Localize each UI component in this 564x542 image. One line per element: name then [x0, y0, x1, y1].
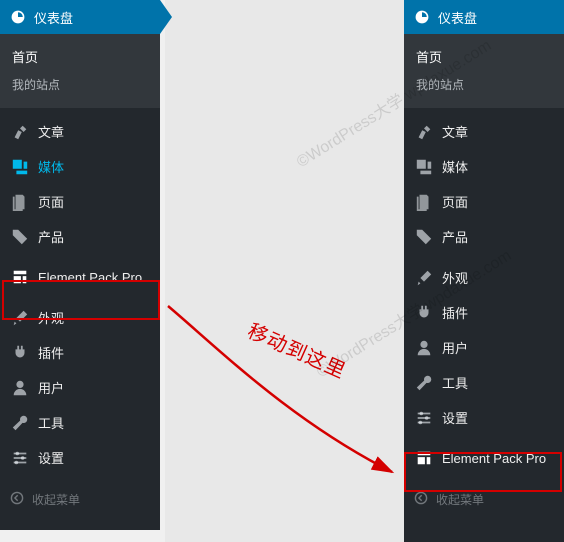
element-pack-icon	[414, 449, 434, 467]
wrench-icon	[10, 414, 30, 432]
dashboard-header[interactable]: 仪表盘	[0, 0, 160, 34]
menu-label: 外观	[38, 308, 64, 327]
menu-label: 用户	[442, 338, 468, 357]
menu-label: 插件	[442, 303, 468, 322]
menu-pages[interactable]: 页面	[404, 184, 564, 219]
submenu-mysite[interactable]: 我的站点	[0, 71, 160, 98]
menu-label: 媒体	[442, 157, 468, 176]
wrench-icon	[414, 374, 434, 392]
brush-icon	[414, 269, 434, 287]
menu-media[interactable]: 媒体	[0, 149, 160, 184]
submenu-home[interactable]: 首页	[0, 42, 160, 71]
header-pointer	[160, 0, 172, 34]
product-icon	[10, 228, 30, 246]
menu-settings[interactable]: 设置	[0, 440, 160, 475]
sliders-icon	[414, 409, 434, 427]
menu-users[interactable]: 用户	[0, 370, 160, 405]
pin-icon	[414, 123, 434, 141]
collapse-label: 收起菜单	[32, 491, 80, 508]
collapse-icon	[414, 491, 428, 508]
menu-element-pack-moved[interactable]: Element Pack Pro	[404, 441, 564, 475]
pin-icon	[10, 123, 30, 141]
submenu-mysite[interactable]: 我的站点	[404, 71, 564, 98]
dashboard-submenu: 首页 我的站点	[0, 34, 160, 108]
menu-label: Element Pack Pro	[442, 451, 546, 466]
brush-icon	[10, 309, 30, 327]
dashboard-icon	[414, 9, 430, 25]
submenu-home[interactable]: 首页	[404, 42, 564, 71]
menu-label: 媒体	[38, 157, 64, 176]
collapse-icon	[10, 491, 24, 508]
dashboard-title: 仪表盘	[34, 8, 73, 27]
menu-label: 用户	[38, 378, 64, 397]
menu-label: 产品	[442, 227, 468, 246]
menu-users[interactable]: 用户	[404, 330, 564, 365]
collapse-menu[interactable]: 收起菜单	[404, 481, 564, 518]
media-icon	[414, 158, 434, 176]
menu-label: 页面	[442, 192, 468, 211]
menu-label: 工具	[38, 413, 64, 432]
product-icon	[414, 228, 434, 246]
menu-element-pack[interactable]: Element Pack Pro	[0, 260, 160, 294]
menu-label: 插件	[38, 343, 64, 362]
menu-posts[interactable]: 文章	[0, 114, 160, 149]
menu-pages[interactable]: 页面	[0, 184, 160, 219]
dashboard-title: 仪表盘	[438, 8, 477, 27]
dashboard-icon	[10, 9, 26, 25]
menu-products[interactable]: 产品	[0, 219, 160, 254]
menu-appearance[interactable]: 外观	[404, 260, 564, 295]
user-icon	[10, 379, 30, 397]
menu-label: 页面	[38, 192, 64, 211]
menu-label: 设置	[442, 408, 468, 427]
menu-media[interactable]: 媒体	[404, 149, 564, 184]
menu-settings[interactable]: 设置	[404, 400, 564, 435]
menu-tools[interactable]: 工具	[0, 405, 160, 440]
media-icon	[10, 158, 30, 176]
collapse-menu[interactable]: 收起菜单	[0, 481, 160, 518]
menu-posts[interactable]: 文章	[404, 114, 564, 149]
background-strip	[165, 0, 405, 542]
admin-sidebar-after: 仪表盘 首页 我的站点 文章 媒体 页面 产品 外观 插件 用户 工具 设	[404, 0, 564, 542]
menu-label: 外观	[442, 268, 468, 287]
menu-label: 设置	[38, 448, 64, 467]
page-icon	[10, 193, 30, 211]
admin-sidebar-before: 仪表盘 首页 我的站点 文章 媒体 页面 产品 Element Pack Pro…	[0, 0, 160, 530]
plug-icon	[414, 304, 434, 322]
menu-label: 文章	[38, 122, 64, 141]
user-icon	[414, 339, 434, 357]
menu-label: 工具	[442, 373, 468, 392]
menu-plugins[interactable]: 插件	[404, 295, 564, 330]
collapse-label: 收起菜单	[436, 491, 484, 508]
plug-icon	[10, 344, 30, 362]
page-icon	[414, 193, 434, 211]
menu-plugins[interactable]: 插件	[0, 335, 160, 370]
element-pack-icon	[10, 268, 30, 286]
dashboard-header[interactable]: 仪表盘	[404, 0, 564, 34]
dashboard-submenu: 首页 我的站点	[404, 34, 564, 108]
menu-label: 文章	[442, 122, 468, 141]
menu-appearance[interactable]: 外观	[0, 300, 160, 335]
sliders-icon	[10, 449, 30, 467]
menu-label: 产品	[38, 227, 64, 246]
menu-tools[interactable]: 工具	[404, 365, 564, 400]
menu-products[interactable]: 产品	[404, 219, 564, 254]
menu-label: Element Pack Pro	[38, 270, 142, 285]
